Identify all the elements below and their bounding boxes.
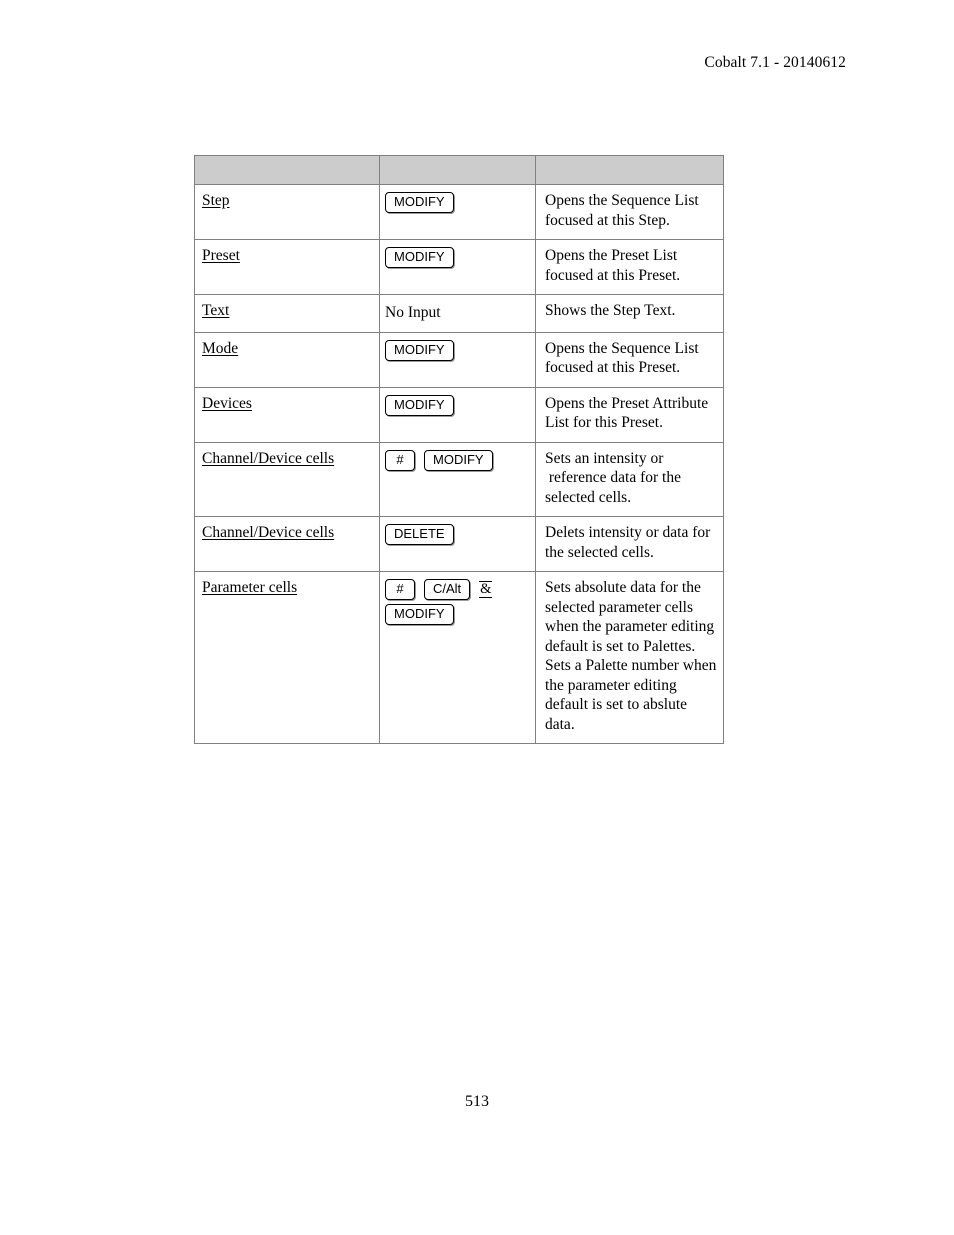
running-header: Cobalt 7.1 - 20140612 — [704, 54, 846, 71]
keys-cell: MODIFY — [379, 184, 536, 240]
description-line: Opens the Preset Attribute — [545, 394, 709, 412]
action-label: Step — [202, 192, 230, 209]
description-line: data. — [545, 715, 575, 733]
action-cell: Preset — [194, 239, 380, 295]
description-cell: Shows the Step Text. — [535, 294, 724, 333]
header-cell-description — [535, 155, 724, 185]
action-label: Preset — [202, 247, 240, 264]
hardkey-modify[interactable]: MODIFY — [385, 339, 454, 361]
key-sequence-row: # C/Alt & — [385, 579, 528, 600]
action-label: Parameter cells — [202, 579, 298, 596]
action-cell: Step — [194, 184, 380, 240]
hardkey-c-alt[interactable]: C/Alt — [424, 579, 471, 600]
keys-cell: # MODIFY — [379, 441, 536, 517]
table-row: Channel/Device cells # MODIFY Sets an inten… — [194, 441, 724, 517]
description-line: focused at this Step. — [545, 211, 670, 229]
description-cell: Opens the Preset List focused at this Pre… — [535, 239, 724, 295]
description-line: selected parameter cells — [545, 598, 694, 616]
table-row: Text No Input Shows the Step Text. — [194, 294, 724, 333]
hardkey-modify[interactable]: MODIFY — [385, 247, 454, 268]
action-cell: Parameter cells — [194, 571, 380, 744]
description-line: default is set to Palettes. — [545, 637, 696, 655]
description-line: Opens the Sequence List — [545, 192, 699, 209]
hardkey-delete[interactable]: DELETE — [385, 524, 454, 545]
action-cell: Mode — [194, 331, 380, 388]
description-cell: Sets absolute data for the selected param… — [535, 571, 724, 744]
hardkey--[interactable]: # — [385, 449, 415, 471]
keys-cell: MODIFY — [379, 386, 536, 443]
description-line: default is set to abslute — [545, 696, 688, 713]
description-line: focused at this Preset. — [545, 266, 681, 284]
key-sequence-row: MODIFY — [385, 394, 528, 416]
description-cell: Opens the Preset Attribute List for this … — [535, 386, 724, 443]
description-line: the selected cells. — [545, 543, 654, 561]
action-label: Channel/Device cells — [202, 524, 335, 541]
description-line: reference data for the — [545, 469, 681, 486]
key-sequence-row: MODIFY — [385, 247, 528, 268]
keys-cell: MODIFY — [379, 239, 536, 295]
keys-cell: MODIFY — [379, 331, 536, 388]
hardkey--[interactable]: # — [385, 579, 415, 600]
action-cell: Channel/Device cells — [194, 516, 380, 572]
description-line: Opens the Preset List — [545, 247, 678, 264]
table-row: Preset MODIFY Opens the Preset List focused… — [194, 239, 724, 295]
action-label: Text — [202, 302, 230, 319]
description-cell: Opens the Sequence List focused at this S… — [535, 184, 724, 240]
action-label: Devices — [202, 394, 252, 412]
action-label: Mode — [202, 339, 239, 357]
table-row: Mode MODIFY Opens the Sequence List focused… — [194, 331, 724, 388]
action-cell: Text — [194, 294, 380, 333]
keys-cell: No Input — [379, 294, 536, 333]
header-cell-keys — [379, 155, 536, 185]
hardkey-modify[interactable]: MODIFY — [424, 449, 493, 471]
table-row: Devices MODIFY Opens the Preset Attribute L… — [194, 386, 724, 443]
description-cell: Opens the Sequence List focused at this P… — [535, 331, 724, 388]
description-line: selected cells. — [545, 488, 632, 506]
description-line: Opens the Sequence List — [545, 339, 699, 357]
table-row: Step MODIFY Opens the Sequence List focused… — [194, 184, 724, 240]
page-number: 513 — [465, 1093, 489, 1110]
action-cell: Devices — [194, 386, 380, 443]
description-line: Delets intensity or data for — [545, 524, 711, 541]
key-sequence-row: # MODIFY — [385, 449, 528, 471]
keys-cell: # C/Alt & MODIFY — [379, 571, 536, 744]
table-row: Channel/Device cells DELETE Delets intensi… — [194, 516, 724, 572]
key-sequence-row: MODIFY — [385, 192, 528, 213]
hardkey-modify[interactable]: MODIFY — [385, 192, 454, 213]
description-line: Sets an intensity or — [545, 449, 664, 467]
table-header-row — [194, 155, 724, 185]
description-line: List for this Preset. — [545, 414, 663, 431]
key-sequence-row: DELETE — [385, 524, 528, 545]
key-sequence-row: MODIFY — [385, 339, 528, 361]
description-line: focused at this Preset. — [545, 359, 681, 376]
description-line: when the parameter editing — [545, 618, 715, 635]
description-line: Sets absolute data for the — [545, 579, 701, 596]
description-line: the parameter editing — [545, 676, 677, 694]
header-cell-action — [194, 155, 380, 185]
action-cell: Channel/Device cells — [194, 441, 380, 517]
key-sequence-row: MODIFY — [385, 604, 528, 625]
description-line: Shows the Step Text. — [545, 302, 676, 319]
description-cell: Delets intensity or data for the selected… — [535, 516, 724, 572]
action-label: Channel/Device cells — [202, 449, 335, 467]
table-row: Parameter cells # C/Alt & MODIFY Sets absolut… — [194, 571, 724, 744]
hardkey-modify[interactable]: MODIFY — [385, 604, 454, 625]
hardkey-modify[interactable]: MODIFY — [385, 394, 454, 416]
no-input-text: No Input — [385, 304, 441, 321]
key-sequence-row: No Input — [385, 302, 528, 323]
keys-cell: DELETE — [379, 516, 536, 572]
description-cell: Sets an intensity or reference data for … — [535, 441, 724, 517]
keyboard-shortcut-table: Step MODIFY Opens the Sequence List focused… — [194, 155, 724, 744]
ampersand-symbol: & — [479, 581, 493, 598]
description-line: Sets a Palette number when — [545, 657, 717, 674]
